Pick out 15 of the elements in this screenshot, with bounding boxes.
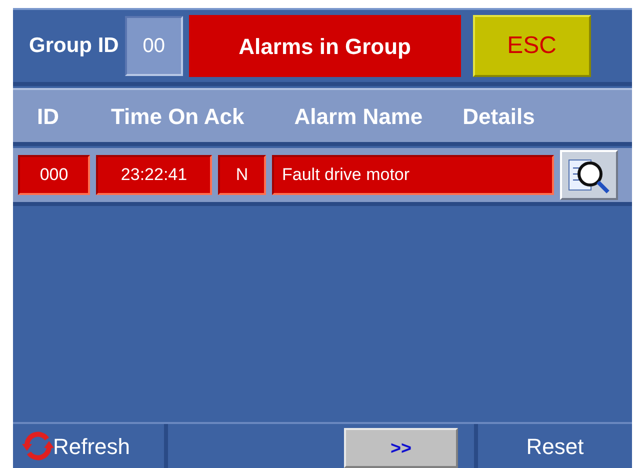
table-cell: N <box>218 155 266 195</box>
column-header: Alarm Name <box>294 102 423 130</box>
table-cell: 23:22:41 <box>96 155 212 195</box>
reset-button[interactable]: Reset <box>478 424 632 468</box>
refresh-icon <box>21 429 55 463</box>
group-id-label: Group ID <box>28 33 119 60</box>
table-cell: 000 <box>18 155 90 195</box>
column-header: ID <box>37 102 59 130</box>
next-page-button[interactable]: >> <box>344 428 458 468</box>
details-button[interactable] <box>560 150 618 200</box>
column-header: Details <box>462 102 535 130</box>
group-id-field: 00 <box>124 16 183 76</box>
window-title: Alarms in Group <box>188 15 461 77</box>
table-cell: Fault drive motor <box>272 155 554 195</box>
column-header: Time On Ack <box>111 102 244 130</box>
